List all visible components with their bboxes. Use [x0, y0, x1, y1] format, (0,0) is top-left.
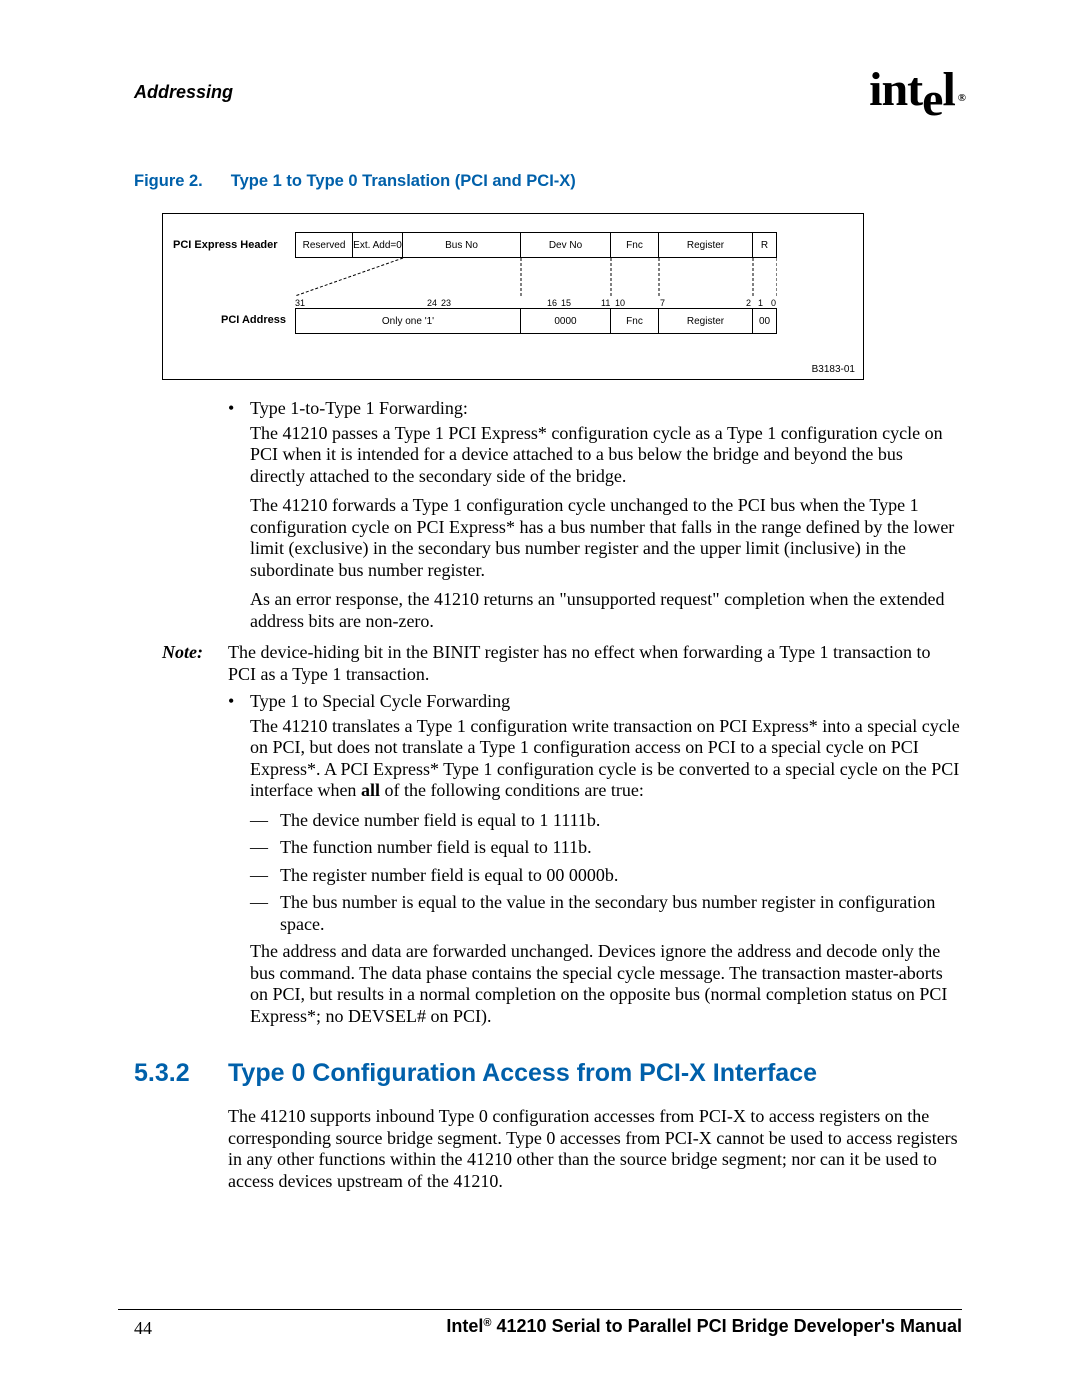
- bit-10: 10: [615, 298, 625, 308]
- page-number: 44: [134, 1318, 152, 1339]
- b2p1b: of the following conditions are true:: [380, 780, 644, 800]
- section-body: The 41210 supports inbound Type 0 config…: [228, 1106, 962, 1192]
- paragraph: The address and data are forwarded uncha…: [228, 941, 962, 1027]
- cell-r: R: [753, 232, 777, 258]
- cell-reserved: Reserved: [295, 232, 353, 258]
- bit-15: 15: [561, 298, 571, 308]
- connector-lines-icon: [295, 258, 777, 298]
- bit-7: 7: [660, 298, 665, 308]
- bit-24: 24: [427, 298, 437, 308]
- bit-23: 23: [441, 298, 451, 308]
- row2-label: PCI Address: [221, 314, 286, 326]
- bit-31: 31: [295, 298, 305, 308]
- bullet-type1-forwarding: Type 1-to-Type 1 Forwarding:: [228, 398, 962, 420]
- paragraph: As an error response, the 41210 returns …: [228, 589, 962, 632]
- bit-0: 0: [771, 298, 776, 308]
- logo-text-int: int: [869, 63, 922, 116]
- paragraph: The 41210 passes a Type 1 PCI Express* c…: [228, 423, 962, 488]
- dash-condition-2: The function number field is equal to 11…: [250, 837, 962, 859]
- dash-condition-1: The device number field is equal to 1 11…: [250, 810, 962, 832]
- section-heading: 5.3.2Type 0 Configuration Access from PC…: [134, 1059, 962, 1088]
- figure-label: Figure 2.: [134, 172, 203, 190]
- bit-11: 11: [601, 298, 610, 308]
- emphasis-all: all: [361, 780, 380, 800]
- bit-2: 2: [746, 298, 751, 308]
- section-number: 5.3.2: [134, 1059, 228, 1088]
- figure-title: Type 1 to Type 0 Translation (PCI and PC…: [231, 172, 576, 190]
- note-label: Note:: [118, 642, 228, 663]
- figure-caption: Figure 2. Type 1 to Type 0 Translation (P…: [134, 172, 962, 191]
- footer-intel: Intel: [446, 1316, 483, 1336]
- cell-busno: Bus No: [403, 232, 521, 258]
- cell-extadd: Ext. Add=0: [353, 232, 403, 258]
- bullet1-title: Type 1-to-Type 1 Forwarding:: [250, 398, 468, 418]
- cell-register: Register: [659, 232, 753, 258]
- intel-logo: intel®: [869, 62, 962, 117]
- bullet-special-cycle: Type 1 to Special Cycle Forwarding: [228, 691, 962, 713]
- cell-fnc2: Fnc: [611, 308, 659, 334]
- bullet2-title: Type 1 to Special Cycle Forwarding: [250, 691, 510, 711]
- cell-00: 00: [753, 308, 777, 334]
- header-section: Addressing: [134, 82, 233, 103]
- paragraph: The 41210 translates a Type 1 configurat…: [228, 716, 962, 802]
- cell-0000: 0000: [521, 308, 611, 334]
- cell-fnc: Fnc: [611, 232, 659, 258]
- row1-label: PCI Express Header: [173, 239, 278, 251]
- footer-title: Intel® 41210 Serial to Parallel PCI Brid…: [118, 1316, 962, 1337]
- bit-16: 16: [547, 298, 557, 308]
- cell-register2: Register: [659, 308, 753, 334]
- dash-condition-3: The register number field is equal to 00…: [250, 865, 962, 887]
- paragraph: The 41210 forwards a Type 1 configuratio…: [228, 495, 962, 581]
- figure-diagram: PCI Express Header Reserved Ext. Add=0 B…: [162, 213, 864, 380]
- logo-text-l: l: [942, 63, 954, 116]
- cell-devno: Dev No: [521, 232, 611, 258]
- section-title: Type 0 Configuration Access from PCI-X I…: [228, 1059, 817, 1087]
- figure-id: B3183-01: [812, 364, 855, 375]
- dash-condition-4: The bus number is equal to the value in …: [250, 892, 962, 935]
- footer-rest: 41210 Serial to Parallel PCI Bridge Deve…: [492, 1316, 962, 1336]
- bit-1: 1: [758, 298, 763, 308]
- registered-mark: ®: [958, 92, 965, 104]
- cell-onlyone: Only one '1': [295, 308, 521, 334]
- logo-text-e: e: [922, 73, 942, 126]
- footer-reg: ®: [483, 1317, 491, 1329]
- note-text: The device-hiding bit in the BINIT regis…: [228, 642, 962, 685]
